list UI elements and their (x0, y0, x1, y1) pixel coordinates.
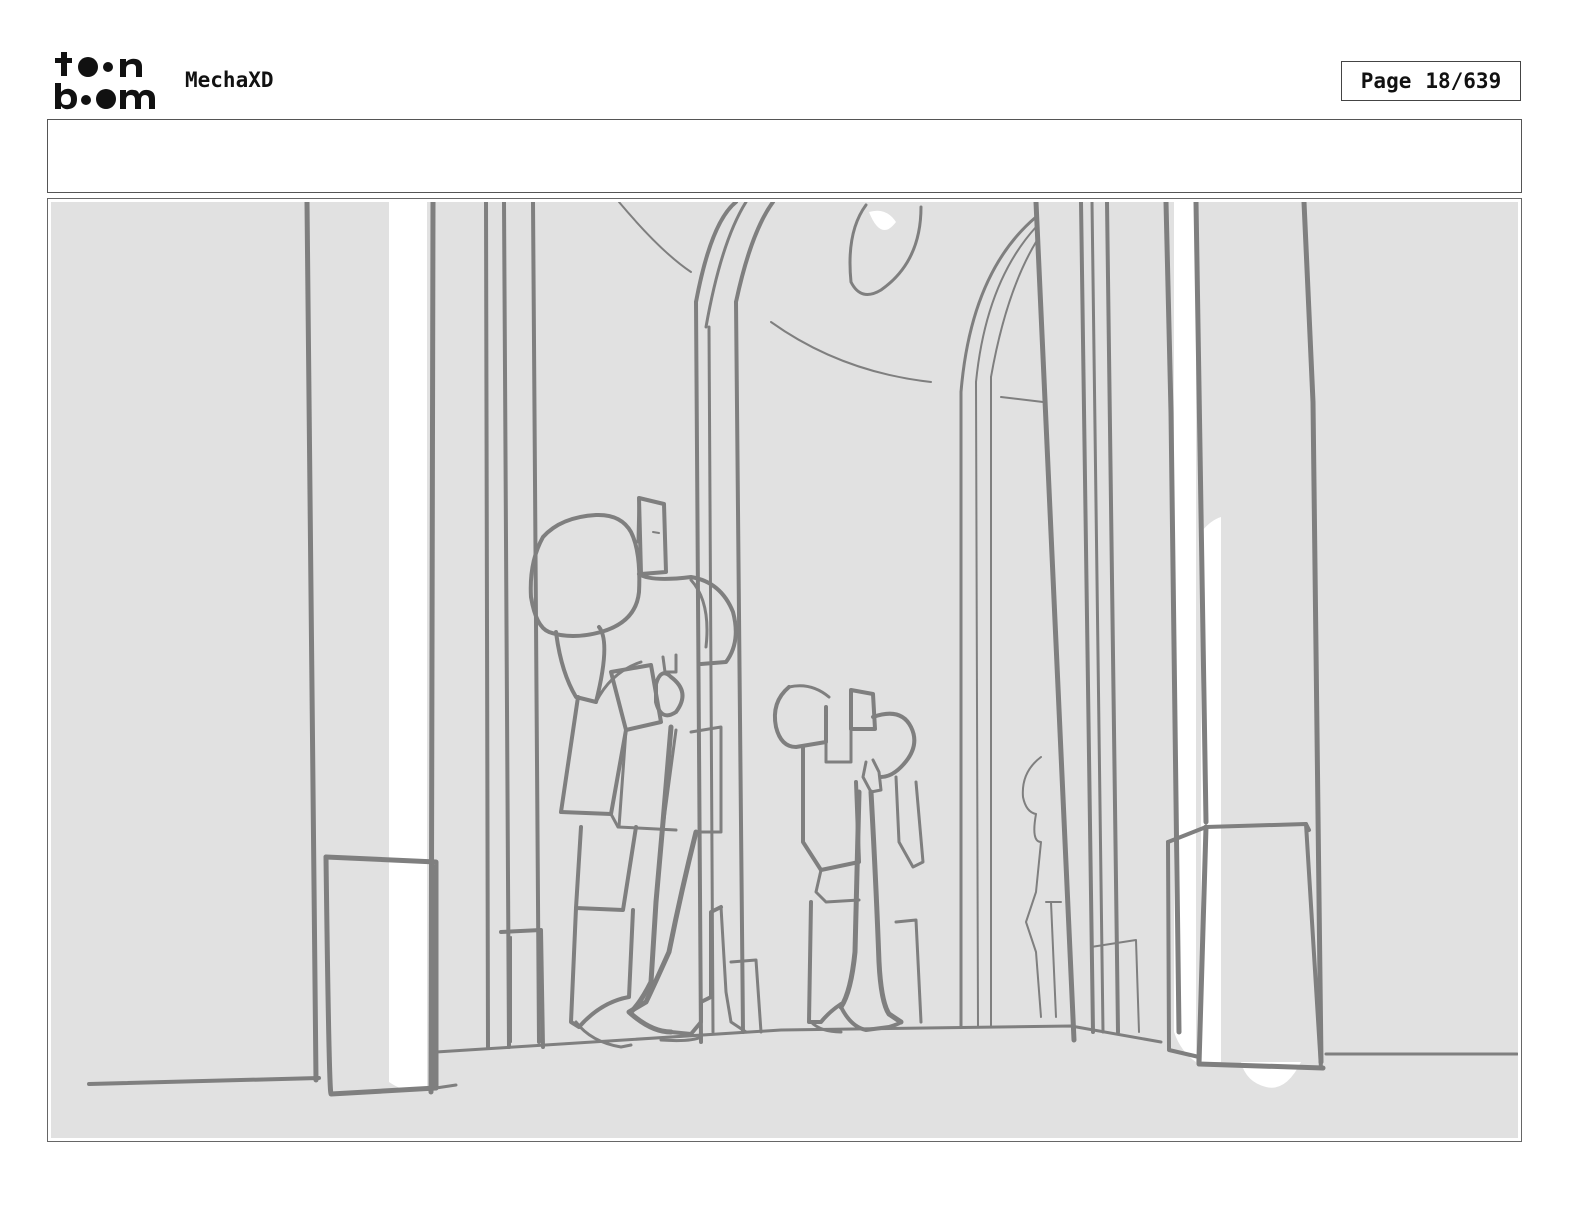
panel-sketch (51, 202, 1518, 1138)
page-number: 18/639 (1425, 69, 1502, 93)
toon-boom-logo (55, 52, 155, 110)
page-label: Page (1360, 69, 1412, 93)
caption-box (47, 119, 1522, 193)
storyboard-panel (47, 198, 1522, 1142)
page-indicator: Page 18/639 (1341, 61, 1521, 101)
project-title: MechaXD (185, 68, 274, 92)
